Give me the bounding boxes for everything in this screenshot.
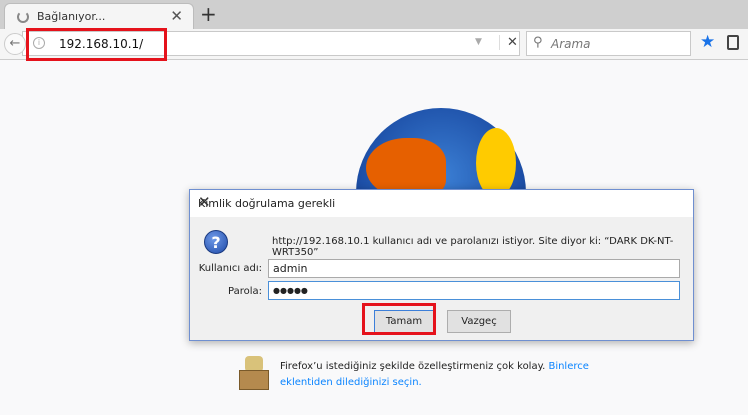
password-input[interactable]: ●●●●● xyxy=(268,281,680,300)
reading-list-icon[interactable] xyxy=(727,35,739,50)
search-placeholder: Arama xyxy=(551,37,591,51)
username-label: Kullanıcı adı: xyxy=(198,263,262,274)
ok-highlight-box xyxy=(362,303,436,335)
customize-tip: Firefox’u istediğiniz şekilde özelleştir… xyxy=(280,359,620,391)
dialog-message: http://192.168.10.1 kullanıcı adı ve par… xyxy=(272,236,674,258)
auth-dialog: Kimlik doğrulama gerekli ✕ ? http://192.… xyxy=(189,189,694,341)
tab-active[interactable]: Bağlanıyor... ✕ xyxy=(4,3,194,30)
addons-box-icon xyxy=(237,354,273,392)
tab-strip: Bağlanıyor... ✕ + xyxy=(0,0,748,30)
tab-title: Bağlanıyor... xyxy=(37,10,106,23)
stop-loading-icon[interactable]: ✕ xyxy=(499,35,518,50)
url-highlight-box xyxy=(26,28,167,61)
username-input[interactable]: admin xyxy=(268,259,680,278)
bookmark-star-icon[interactable]: ★ xyxy=(700,32,715,52)
tab-close-icon[interactable]: ✕ xyxy=(170,7,183,25)
url-dropdown-icon[interactable]: ▼ xyxy=(475,37,482,47)
loading-spinner-icon xyxy=(17,11,29,23)
search-input[interactable]: ⚲ Arama xyxy=(526,31,691,56)
tip-text: Firefox’u istediğiniz şekilde özelleştir… xyxy=(280,361,549,372)
dialog-titlebar: Kimlik doğrulama gerekli ✕ xyxy=(190,190,693,217)
password-label: Parola: xyxy=(228,286,262,297)
back-button[interactable]: ← xyxy=(4,33,26,55)
question-icon: ? xyxy=(204,230,228,254)
search-icon: ⚲ xyxy=(533,35,543,50)
cancel-button[interactable]: Vazgeç xyxy=(447,310,511,333)
new-tab-button[interactable]: + xyxy=(200,2,217,26)
dialog-close-icon[interactable]: ✕ xyxy=(198,193,685,211)
